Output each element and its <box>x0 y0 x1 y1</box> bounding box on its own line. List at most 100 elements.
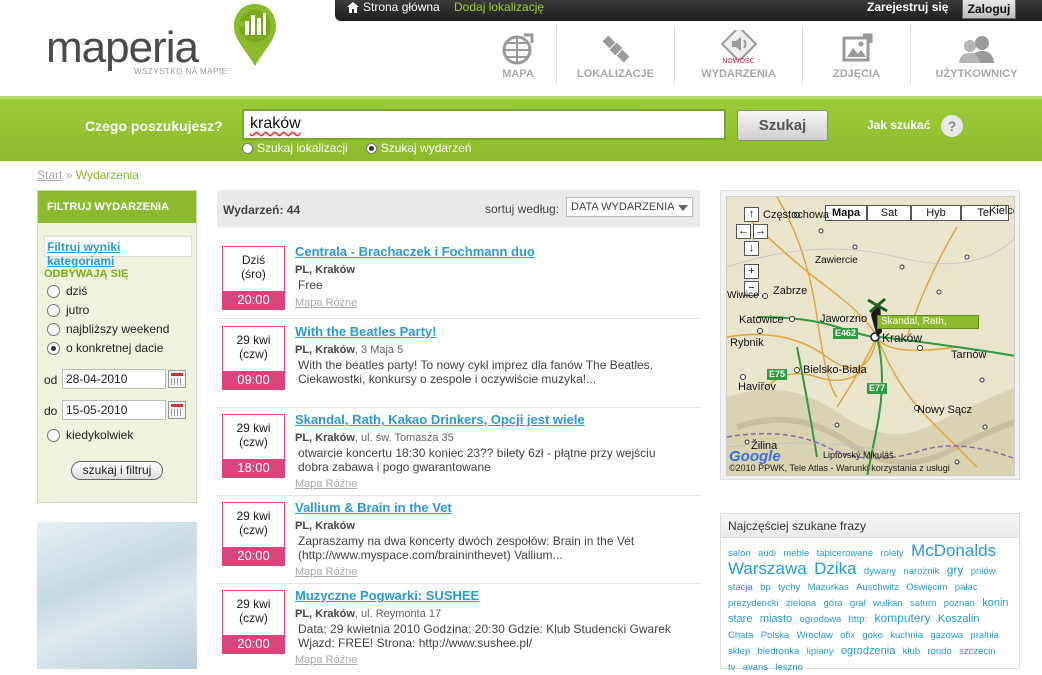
event-title[interactable]: Skandal, Rath, Kakao Drinkers, Opcji jes… <box>295 412 585 427</box>
tag-link[interactable]: salon <box>728 548 751 559</box>
radio-weekend[interactable] <box>47 322 60 336</box>
tag-link[interactable]: Oświęcim <box>906 582 947 593</box>
tag-link[interactable]: Warszawa <box>728 559 807 578</box>
tag-link[interactable]: stacja <box>728 582 753 593</box>
tag-link[interactable]: leszno <box>775 662 802 673</box>
event-categories[interactable]: Mapa Różne <box>295 297 357 309</box>
filter-categories-link[interactable]: Filtruj wyniki kategoriami <box>44 236 192 268</box>
radio-today[interactable] <box>47 284 60 298</box>
nav-events[interactable]: NOWOŚĆ WYDARZENIA <box>674 26 802 84</box>
zoom-in-icon[interactable]: + <box>744 264 759 279</box>
tag-link[interactable]: poznan <box>944 598 975 609</box>
tag-link[interactable]: Mazurkas <box>808 582 849 593</box>
event-title[interactable]: Vallium & Brain in the Vet <box>295 500 452 515</box>
tag-link[interactable]: kuchnia <box>890 630 923 641</box>
map-type-map[interactable]: Mapa <box>825 205 867 221</box>
filter-option-today[interactable]: dziś <box>47 284 87 298</box>
event-categories[interactable]: Mapa Różne <box>295 654 357 666</box>
tag-link[interactable]: saturn <box>910 598 936 609</box>
tag-link[interactable]: tychy <box>778 582 800 593</box>
filter-option-specific-date[interactable]: o konkretnej dacie <box>47 341 163 355</box>
radio-tomorrow[interactable] <box>47 303 60 317</box>
tag-link[interactable]: Polska <box>761 630 790 641</box>
map-canvas[interactable]: Mapa Sat Hyb Ter ↑ ← → ↓ + − Częstochowa… <box>726 196 1015 476</box>
radio-search-locations[interactable] <box>242 142 253 154</box>
pan-down-icon[interactable]: ↓ <box>744 241 759 256</box>
tag-link[interactable]: Koszalin <box>938 613 980 625</box>
map-marker-label[interactable]: Skandal, Rath, <box>877 315 979 329</box>
tag-link[interactable]: Wrocław <box>797 630 833 641</box>
event-title[interactable]: With the Beatles Party! <box>295 324 436 339</box>
nav-locations[interactable]: LOKALIZACJE <box>556 26 674 84</box>
calendar-icon[interactable] <box>168 401 186 419</box>
tag-link[interactable]: Dzika <box>814 559 857 578</box>
filter-option-weekend[interactable]: najbliższy weekend <box>47 322 169 336</box>
ad-banner-image[interactable] <box>37 522 197 669</box>
nav-users[interactable]: UŻYTKOWNICY <box>910 26 1042 84</box>
calendar-icon[interactable] <box>168 370 186 388</box>
filter-submit-button[interactable]: szukaj i filtruj <box>71 461 163 480</box>
tag-link[interactable]: tapicerowane <box>817 548 874 559</box>
breadcrumb-start[interactable]: Start <box>37 168 62 182</box>
register-link[interactable]: Zarejestruj się <box>867 0 948 15</box>
tag-link[interactable]: gral <box>850 598 866 609</box>
tag-link[interactable]: audi <box>758 548 776 559</box>
home-link[interactable]: Strona główna <box>347 0 440 15</box>
filter-option-anytime[interactable]: kiedykolwiek <box>47 428 133 442</box>
date-to-input[interactable]: 15-05-2010 <box>62 400 166 420</box>
tag-link[interactable]: narożnik <box>903 566 939 577</box>
login-button[interactable]: Zaloguj <box>962 0 1016 19</box>
nav-map[interactable]: MAPA <box>480 26 556 84</box>
tag-link[interactable]: stare <box>728 613 752 625</box>
filter-option-tomorrow[interactable]: jutro <box>47 303 89 317</box>
tag-link[interactable]: konin <box>982 597 1008 609</box>
tag-link[interactable]: meble <box>783 548 809 559</box>
tag-link[interactable]: pralnia <box>970 630 999 641</box>
map-type-satellite[interactable]: Sat <box>867 205 911 221</box>
tag-link[interactable]: McDonalds <box>911 541 996 560</box>
pan-right-icon[interactable]: → <box>753 224 768 239</box>
search-button[interactable]: Szukaj <box>737 110 828 141</box>
how-to-search-link[interactable]: Jak szukać <box>867 118 930 132</box>
tag-link[interactable]: rondo <box>927 646 951 657</box>
tag-link[interactable]: avans <box>743 662 768 673</box>
tag-link[interactable]: Auschwitz <box>856 582 899 593</box>
tag-link[interactable]: rolety <box>880 548 903 559</box>
event-categories[interactable]: Mapa Różne <box>295 566 357 578</box>
tag-link[interactable]: sklep <box>728 646 750 657</box>
pan-up-icon[interactable]: ↑ <box>744 207 759 222</box>
tag-link[interactable]: ofix <box>840 630 855 641</box>
tag-link[interactable]: Chata <box>728 630 753 641</box>
tag-link[interactable]: zielona <box>786 598 816 609</box>
tag-link[interactable]: ogrodowa <box>800 614 842 625</box>
tag-link[interactable]: komputery <box>874 611 930 625</box>
tag-link[interactable]: ogrodzenia <box>841 645 895 657</box>
pan-left-icon[interactable]: ← <box>736 224 751 239</box>
tag-link[interactable]: lipiany <box>807 646 834 657</box>
map-type-hybrid[interactable]: Hyb <box>911 205 961 221</box>
tag-link[interactable]: wulkan <box>873 598 903 609</box>
add-location-link[interactable]: Dodaj lokalizację <box>454 0 544 15</box>
event-title[interactable]: Centrala - Brachaczek i Fochmann duo <box>295 244 535 259</box>
radio-specific-date[interactable] <box>47 341 60 355</box>
tag-link[interactable]: tv <box>728 662 735 673</box>
event-categories[interactable]: Mapa Różne <box>295 478 357 490</box>
tag-link[interactable]: pałac <box>955 582 978 593</box>
date-from-input[interactable]: 28-04-2010 <box>62 369 166 389</box>
tag-link[interactable]: prezydencki <box>728 598 779 609</box>
tag-link[interactable]: http: <box>849 614 868 625</box>
radio-anytime[interactable] <box>47 428 60 442</box>
search-input[interactable]: kraków <box>242 109 726 140</box>
nav-photos[interactable]: ZDJĘCIA <box>802 26 910 84</box>
tag-link[interactable]: goko <box>862 630 883 641</box>
tag-link[interactable]: pniów <box>971 566 996 577</box>
tag-link[interactable]: gry <box>947 563 964 577</box>
tag-link[interactable]: klub <box>903 646 920 657</box>
event-title[interactable]: Muzyczne Pogwarki: SUSHEE <box>295 588 479 603</box>
radio-search-events[interactable] <box>365 142 377 154</box>
tag-link[interactable]: gazowa <box>930 630 963 641</box>
tag-link[interactable]: góra <box>824 598 843 609</box>
tag-link[interactable]: bp <box>760 582 771 593</box>
help-icon[interactable]: ? <box>941 115 963 137</box>
sort-select[interactable]: DATA WYDARZENIA <box>566 197 693 217</box>
